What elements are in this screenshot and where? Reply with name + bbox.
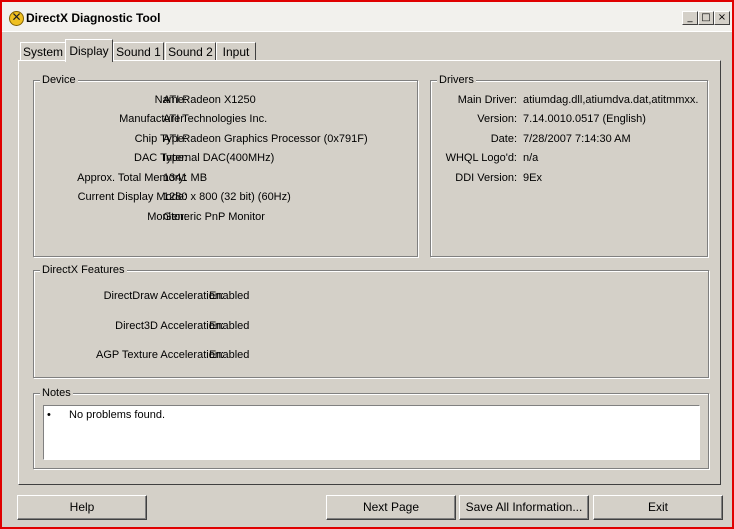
total-memory-value: 1341 MB: [163, 172, 208, 184]
device-name-value: ATI Radeon X1250: [163, 94, 256, 106]
drivers-group-title: Drivers: [437, 74, 476, 86]
tab-sound-1[interactable]: Sound 1: [113, 42, 164, 61]
device-group-title: Device: [40, 74, 78, 86]
driver-version-label: Version:: [477, 113, 517, 125]
minimize-button[interactable]: _: [682, 11, 698, 25]
directdraw-label: DirectDraw Acceleration:: [103, 290, 224, 302]
dxdiag-window: ✕ DirectX Diagnostic Tool _ □ × System D…: [0, 0, 734, 529]
driver-date-label: Date:: [490, 133, 517, 145]
tab-sound-2[interactable]: Sound 2: [165, 42, 216, 61]
monitor-value: Generic PnP Monitor: [163, 211, 265, 223]
display-mode-value: 1280 x 800 (32 bit) (60Hz): [163, 191, 291, 203]
ddi-version-value: 9Ex: [523, 172, 542, 184]
driver-date-value: 7/28/2007 7:14:30 AM: [523, 133, 631, 145]
dac-type-value: Internal DAC(400MHz): [163, 152, 275, 164]
drivers-group: Drivers Main Driver: atiumdag.dll,atiumd…: [430, 74, 708, 257]
chip-type-value: ATI Radeon Graphics Processor (0x791F): [163, 133, 368, 145]
direct3d-label: Direct3D Acceleration:: [115, 320, 224, 332]
tab-input[interactable]: Input: [216, 42, 256, 61]
notes-text: No problems found.: [69, 409, 165, 421]
dxdiag-icon: ✕: [9, 10, 24, 26]
device-group: Device Name: ATI Radeon X1250 Manufactur…: [33, 74, 418, 257]
main-driver-value: atiumdag.dll,atiumdva.dat,atitmmxx.: [523, 94, 699, 106]
main-driver-label: Main Driver:: [457, 94, 517, 106]
driver-version-value: 7.14.0010.0517 (English): [523, 113, 646, 125]
notes-group: Notes • No problems found.: [33, 387, 709, 469]
manufacturer-value: ATI Technologies Inc.: [163, 113, 268, 125]
notes-group-title: Notes: [40, 387, 73, 399]
agp-texture-label: AGP Texture Acceleration:: [96, 349, 224, 361]
display-tab-panel: Device Name: ATI Radeon X1250 Manufactur…: [18, 60, 721, 485]
features-group-title: DirectX Features: [40, 264, 127, 276]
ddi-version-label: DDI Version:: [455, 172, 517, 184]
save-all-information-button[interactable]: Save All Information...: [459, 495, 589, 520]
window-title: DirectX Diagnostic Tool: [26, 11, 161, 25]
direct3d-value: Enabled: [209, 320, 250, 332]
agp-texture-value: Enabled: [209, 349, 250, 361]
exit-button[interactable]: Exit: [593, 495, 723, 520]
directdraw-value: Enabled: [209, 290, 250, 302]
close-button[interactable]: ×: [714, 11, 730, 25]
help-button[interactable]: Help: [17, 495, 147, 520]
whql-label: WHQL Logo'd:: [445, 152, 517, 164]
tab-system[interactable]: System: [20, 42, 66, 61]
notes-textbox[interactable]: • No problems found.: [43, 405, 700, 460]
whql-value: n/a: [523, 152, 539, 164]
directx-features-group: DirectX Features DirectDraw Acceleration…: [33, 264, 709, 378]
notes-bullet: •: [47, 409, 51, 421]
maximize-button[interactable]: □: [698, 11, 714, 25]
next-page-button[interactable]: Next Page: [326, 495, 456, 520]
title-bar[interactable]: ✕ DirectX Diagnostic Tool _ □ ×: [2, 2, 732, 32]
tab-display[interactable]: Display: [65, 39, 113, 62]
